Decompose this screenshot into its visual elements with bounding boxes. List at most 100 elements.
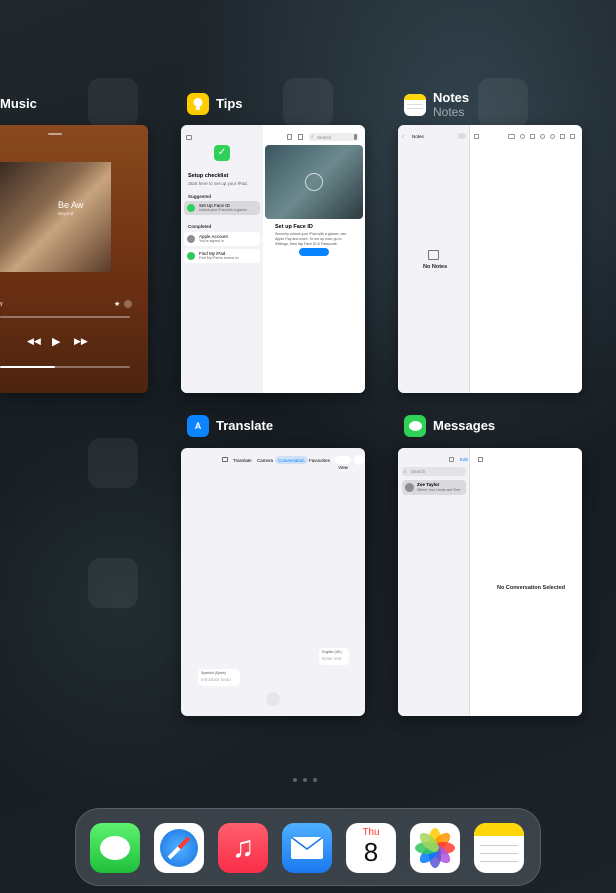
tips-title: Tips — [216, 96, 243, 112]
search-placeholder: Search — [317, 134, 332, 140]
play-icon[interactable]: ▶ — [52, 335, 60, 348]
translate-icon: A — [187, 415, 209, 437]
detail-title: Set up Face ID — [275, 224, 313, 230]
setup-subtitle: Start here to set up your iPad. — [188, 181, 248, 186]
tab-translate[interactable]: Translate — [233, 458, 252, 463]
expand-icon[interactable] — [474, 134, 479, 139]
more-icon[interactable] — [124, 300, 132, 308]
dock-safari-icon[interactable] — [154, 823, 204, 873]
more-options-icon[interactable] — [354, 455, 364, 465]
attach-icon[interactable] — [540, 134, 545, 139]
filter-icon[interactable] — [449, 457, 454, 462]
setup-faceid-button[interactable]: Set Up Face ID — [299, 248, 329, 262]
back-icon[interactable]: ‹ — [402, 134, 404, 140]
view-button[interactable]: View — [335, 456, 351, 470]
faceid-glyph-icon — [305, 173, 323, 191]
sidebar-toggle-icon[interactable] — [186, 135, 192, 140]
microphone-button[interactable] — [266, 692, 280, 706]
forward-icon[interactable]: ▶▶ — [74, 336, 88, 347]
music-header[interactable]: Music — [0, 97, 37, 111]
rewind-icon[interactable]: ◀◀ — [27, 336, 41, 347]
checklist-icon: ✓ — [214, 145, 230, 161]
dock-messages-icon[interactable] — [90, 823, 140, 873]
tips-sidebar: ✓ Setup checklist Start here to set up y… — [181, 125, 263, 393]
favorite-icon[interactable]: ★ — [114, 300, 120, 308]
notes-header[interactable]: Notes Notes — [404, 91, 469, 119]
track-name: y — [0, 301, 3, 307]
notes-icon — [404, 93, 426, 116]
tips-header[interactable]: Tips — [187, 93, 243, 115]
edit-button[interactable]: Edit — [460, 457, 468, 462]
dock-notes-icon[interactable] — [474, 823, 524, 873]
volume-slider[interactable] — [0, 366, 130, 368]
compose-icon[interactable] — [570, 134, 575, 139]
page-dot — [293, 778, 297, 782]
empty-notes-icon — [428, 250, 439, 260]
background-imovie-icon — [88, 438, 138, 488]
markup-icon[interactable] — [550, 134, 555, 139]
english-bubble[interactable]: English (UK) Enter text — [319, 648, 349, 665]
tab-camera[interactable]: Camera — [257, 458, 273, 463]
notes-sidebar-title: Notes — [412, 134, 424, 139]
suggested-item-sub: Unlock your iPad with a glance — [199, 208, 247, 212]
checklist-toolbar-icon[interactable] — [520, 134, 525, 139]
messages-header[interactable]: Messages — [404, 415, 495, 437]
conversation-preview: Where Your Home and Tree — [417, 488, 461, 492]
tab-conversation-label: Conversation — [278, 458, 305, 463]
tips-card[interactable]: ✓ Setup checklist Start here to set up y… — [181, 125, 365, 393]
spanish-lang-label: Spanish (Spain) — [201, 671, 226, 675]
translate-header[interactable]: A Translate — [187, 415, 273, 437]
suggested-item[interactable]: Set Up Face ID Unlock your iPad with a g… — [184, 201, 260, 215]
playback-progress[interactable] — [0, 316, 130, 318]
faceid-hero-image — [265, 145, 363, 219]
background-clock-icon — [88, 78, 138, 128]
messages-search-field[interactable]: ⌕ Search — [402, 467, 466, 476]
format-icon[interactable] — [508, 134, 515, 139]
tab-conversation[interactable]: Conversation — [275, 456, 308, 464]
messages-detail: No Conversation Selected — [470, 448, 582, 716]
messages-icon — [404, 415, 426, 437]
completed-item-sub: Find My iPad is turned on — [199, 256, 239, 260]
english-placeholder: Enter text — [322, 656, 342, 661]
search-field[interactable]: ⌕ Search — [309, 133, 359, 141]
avatar-initials: ZT — [407, 493, 412, 497]
messages-compose-icon[interactable] — [478, 457, 483, 462]
music-card[interactable]: Be Aw Beyond y ★ ◀◀ ▶ ▶▶ — [0, 125, 148, 393]
translate-card[interactable]: Translate Camera Conversation Favourites… — [181, 448, 365, 716]
dock-music-icon[interactable]: ♫ — [218, 823, 268, 873]
table-icon[interactable] — [530, 134, 535, 139]
dock-mail-icon[interactable] — [282, 823, 332, 873]
dock-photos-icon[interactable] — [410, 823, 460, 873]
empty-notes-label: No Notes — [423, 264, 448, 270]
spanish-placeholder: Introducir texto — [201, 677, 231, 682]
messages-sidebar: Edit ⌕ Search ZT Zoe Taylor Where Your H… — [398, 448, 470, 716]
notes-card[interactable]: ‹ Notes No Notes — [398, 125, 582, 393]
track-title: Be Aw — [58, 200, 84, 210]
background-stocks-icon — [283, 78, 333, 128]
messages-card[interactable]: Edit ⌕ Search ZT Zoe Taylor Where Your H… — [398, 448, 582, 716]
share-icon[interactable] — [287, 134, 292, 140]
completed-item-apple-account[interactable]: Apple Account You're signed in — [184, 232, 260, 246]
page-dot — [303, 778, 307, 782]
avatar: ZT — [405, 483, 414, 497]
tips-detail: ⌕ Search Set up Face ID Securely unlock … — [263, 125, 365, 393]
spanish-bubble[interactable]: Spanish (Spain) Introducir texto — [198, 669, 240, 686]
setup-faceid-label: Set Up Face ID — [301, 258, 327, 262]
messages-title: Messages — [433, 418, 496, 434]
messages-search-icon: ⌕ — [404, 469, 407, 474]
page-indicator — [293, 778, 317, 782]
notes-title: Notes — [433, 90, 470, 105]
music-title: Music — [0, 96, 37, 111]
translate-sidebar-toggle-icon[interactable] — [222, 457, 228, 462]
notes-more-icon[interactable] — [458, 133, 466, 139]
completed-item-find-my[interactable]: Find My iPad Find My iPad is turned on — [184, 249, 260, 263]
mic-icon[interactable] — [354, 134, 357, 140]
bookmark-icon[interactable] — [298, 134, 303, 140]
tab-favourites[interactable]: Favourites — [309, 458, 330, 463]
dock-calendar-icon[interactable]: Thu 8 — [346, 823, 396, 873]
background-contacts-icon — [478, 78, 528, 128]
share-notes-icon[interactable] — [560, 134, 565, 139]
english-lang-label: English (UK) — [322, 650, 342, 654]
messages-search-placeholder: Search — [411, 469, 426, 474]
conversation-row[interactable]: ZT Zoe Taylor Where Your Home and Tree — [402, 480, 466, 497]
